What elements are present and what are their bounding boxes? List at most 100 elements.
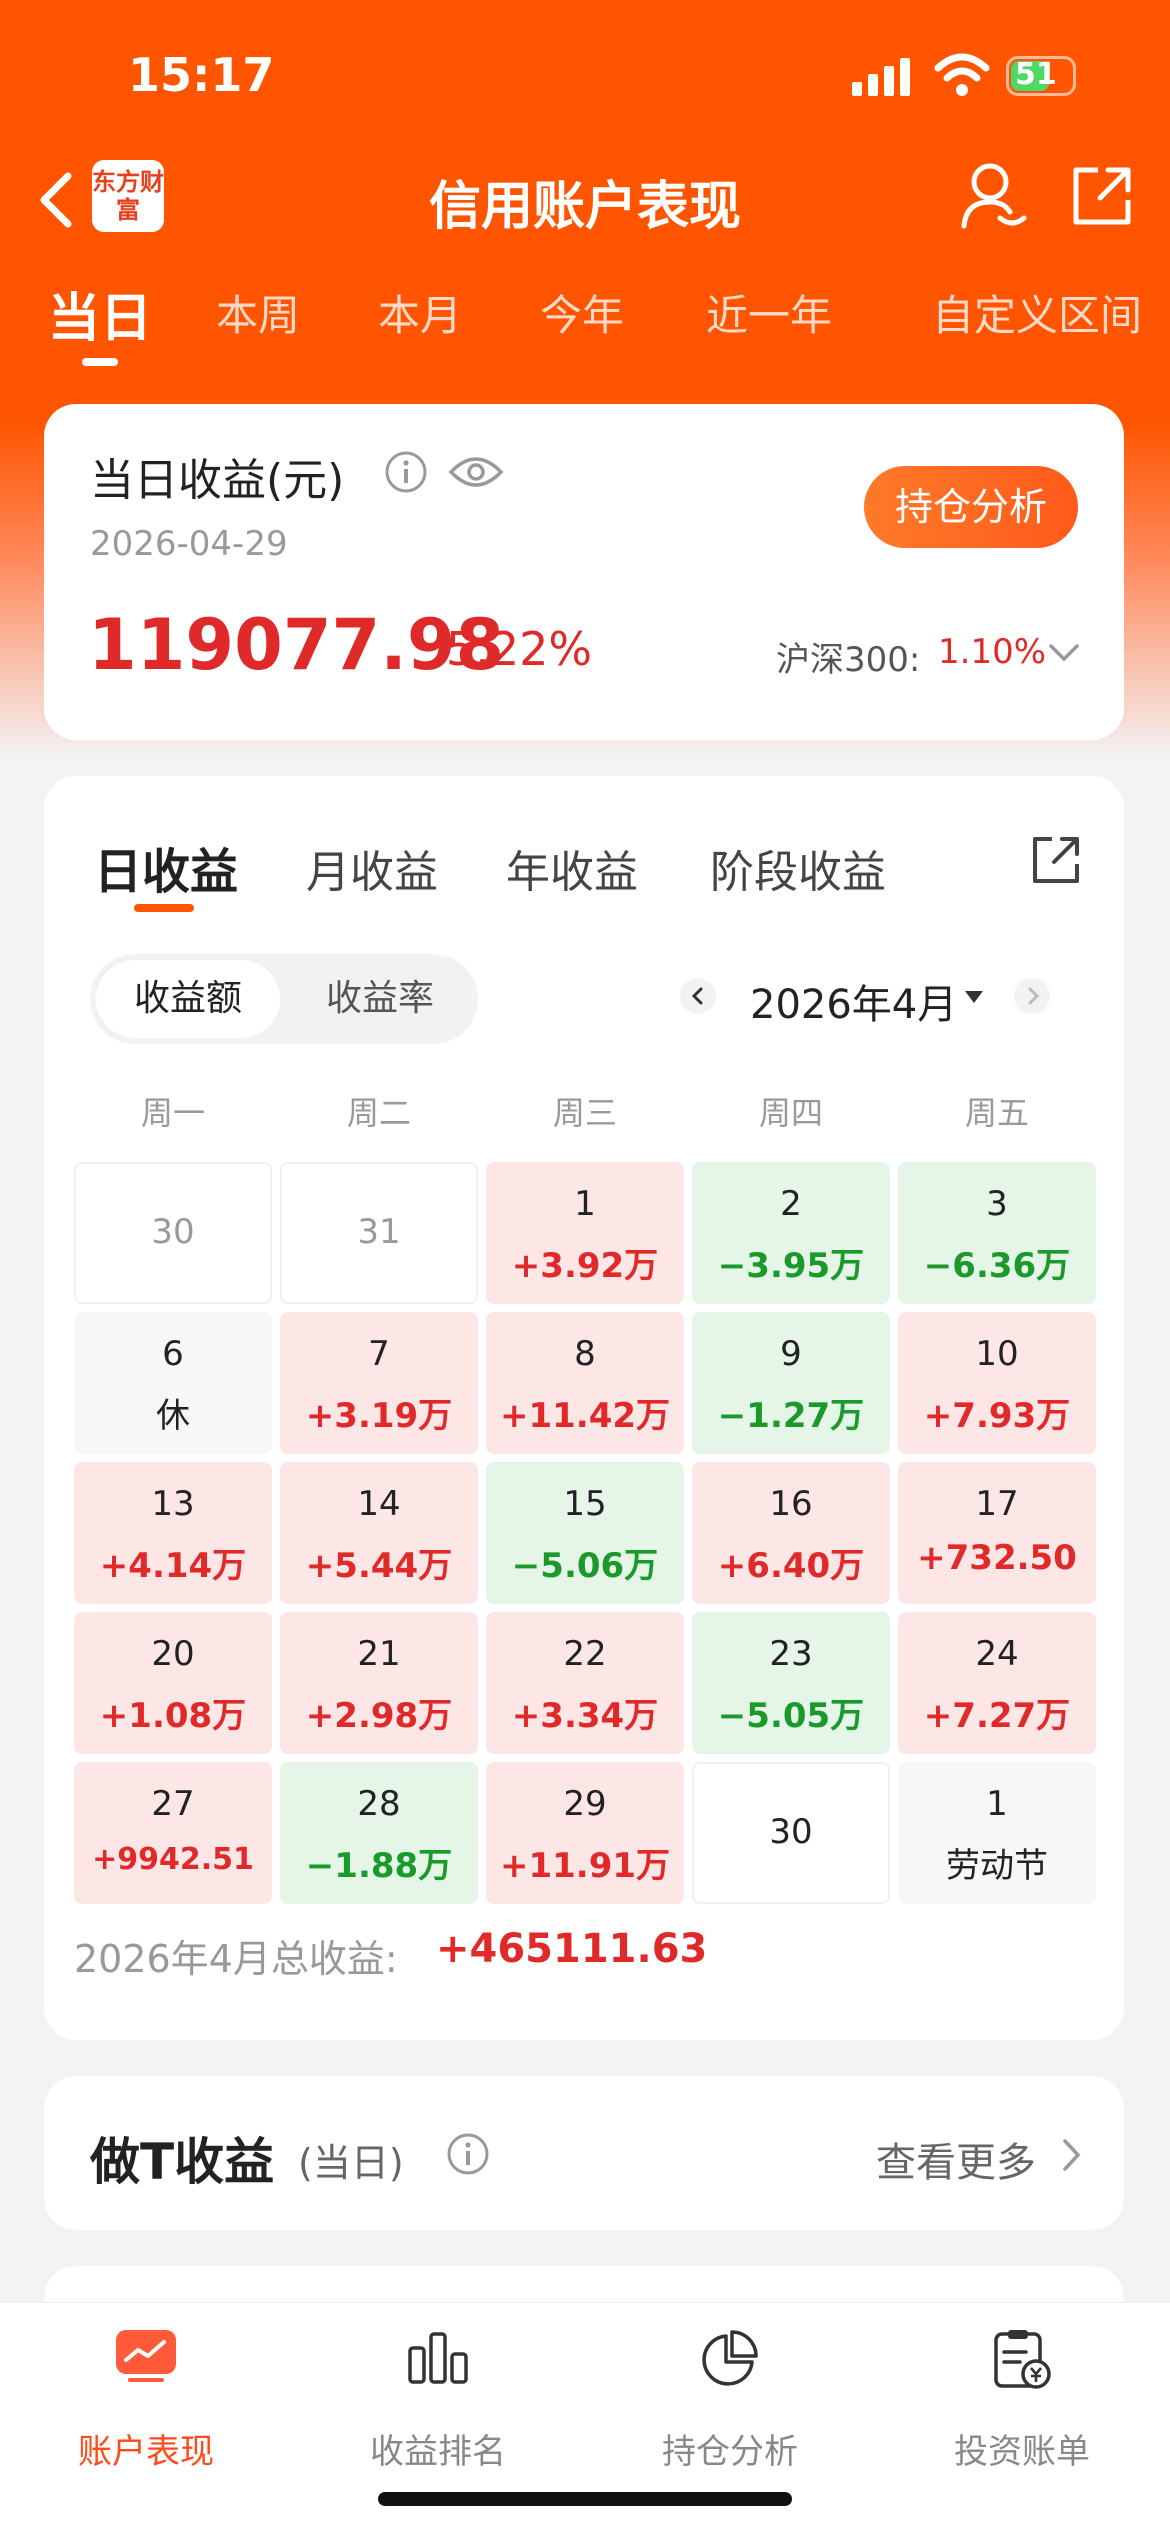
day-profit: +11.91万 (499, 1846, 671, 1886)
index-label: 沪深300: (776, 640, 921, 680)
day-profit: −5.05万 (717, 1696, 865, 1736)
calendar-day-cell[interactable]: 7 +3.19万 (280, 1312, 478, 1454)
user-privacy-icon[interactable] (960, 160, 1028, 232)
calendar-day-cell[interactable]: 30 (74, 1162, 272, 1304)
calendar-day-cell[interactable]: 17 +732.50 (898, 1462, 1096, 1604)
day-number: 1 (574, 1184, 596, 1224)
tab-monthly-profit[interactable]: 月收益 (306, 836, 438, 900)
calendar-day-cell[interactable]: 10 +7.93万 (898, 1312, 1096, 1454)
toggle-rate[interactable]: 收益率 (288, 960, 472, 1038)
daily-profit-amount: 119077.98 (88, 604, 505, 686)
day-profit: −3.95万 (717, 1246, 865, 1286)
calendar-day-cell[interactable]: 3 −6.36万 (898, 1162, 1096, 1304)
info-icon[interactable] (384, 450, 428, 494)
bar-chart-icon (408, 2332, 468, 2384)
day-number: 30 (151, 1212, 195, 1252)
calendar-tab-indicator (134, 904, 194, 912)
tab-last-year[interactable]: 近一年 (706, 282, 832, 343)
tab-year[interactable]: 今年 (540, 282, 624, 343)
nav-label: 账户表现 (78, 2432, 214, 2472)
status-time: 15:17 (128, 48, 275, 102)
calendar-day-cell[interactable]: 2 −3.95万 (692, 1162, 890, 1304)
calendar-day-cell[interactable]: 27 +9942.51 (74, 1762, 272, 1904)
day-number: 23 (769, 1634, 813, 1674)
calendar-day-cell[interactable]: 8 +11.42万 (486, 1312, 684, 1454)
index-value: 1.10% (938, 632, 1047, 672)
day-profit: −1.27万 (717, 1396, 865, 1436)
day-profit: +1.08万 (99, 1696, 247, 1736)
tab-daily-profit[interactable]: 日收益 (94, 832, 238, 902)
calendar-day-cell[interactable]: 1 劳动节 (898, 1762, 1096, 1904)
tab-today[interactable]: 当日 (48, 276, 152, 351)
nav-label: 收益排名 (370, 2432, 506, 2472)
daily-profit-percent: 5.22% (446, 622, 593, 676)
day-number: 14 (357, 1484, 401, 1524)
day-profit: −1.88万 (305, 1846, 453, 1886)
calendar-day-cell[interactable]: 30 (692, 1762, 890, 1904)
calendar-day-cell[interactable]: 9 −1.27万 (692, 1312, 890, 1454)
calendar-day-cell[interactable]: 16 +6.40万 (692, 1462, 890, 1604)
view-more-link[interactable]: 查看更多 (876, 2130, 1036, 2188)
home-indicator (378, 2492, 792, 2506)
tab-yearly-profit[interactable]: 年收益 (506, 836, 638, 900)
pie-chart-icon (702, 2330, 758, 2386)
day-number: 8 (574, 1334, 596, 1374)
position-analysis-button[interactable]: 持仓分析 (864, 466, 1078, 548)
t-profit-title: 做T收益 (90, 2133, 275, 2191)
day-profit: −5.06万 (511, 1546, 659, 1586)
day-number: 29 (563, 1784, 607, 1824)
calendar-day-cell[interactable]: 23 −5.05万 (692, 1612, 890, 1754)
day-number: 30 (769, 1812, 813, 1852)
share-icon[interactable] (1070, 164, 1134, 228)
calendar-day-cell[interactable]: 20 +1.08万 (74, 1612, 272, 1754)
calendar-day-cell[interactable]: 24 +7.27万 (898, 1612, 1096, 1754)
info-icon[interactable] (446, 2132, 490, 2176)
day-number: 2 (780, 1184, 802, 1224)
t-profit-card[interactable]: 做T收益 (当日) 查看更多 (44, 2076, 1124, 2230)
share-icon[interactable] (1030, 834, 1082, 886)
calendar-day-cell[interactable]: 1 +3.92万 (486, 1162, 684, 1304)
day-number: 13 (151, 1484, 195, 1524)
day-number: 20 (151, 1634, 195, 1674)
prev-month-button[interactable] (680, 978, 716, 1014)
chevron-right-icon[interactable] (1062, 2138, 1082, 2172)
toggle-amount[interactable]: 收益额 (96, 960, 280, 1038)
day-profit: +7.27万 (923, 1696, 1071, 1736)
day-status: 劳动节 (946, 1846, 1048, 1886)
calendar-day-cell[interactable]: 29 +11.91万 (486, 1762, 684, 1904)
nav-label: 持仓分析 (662, 2432, 798, 2472)
chevron-right-icon (1028, 987, 1040, 1005)
day-profit: +7.93万 (923, 1396, 1071, 1436)
calendar-day-cell[interactable]: 31 (280, 1162, 478, 1304)
eye-icon[interactable] (448, 454, 504, 490)
tab-period-profit[interactable]: 阶段收益 (710, 836, 886, 900)
caret-down-icon[interactable] (964, 990, 984, 1004)
weekday-tue: 周二 (346, 1094, 411, 1132)
tab-week[interactable]: 本周 (216, 282, 300, 343)
tab-month[interactable]: 本月 (378, 282, 462, 343)
weekday-fri: 周五 (964, 1094, 1029, 1132)
calendar-day-cell[interactable]: 6休 (74, 1312, 272, 1454)
calendar-day-cell[interactable]: 14 +5.44万 (280, 1462, 478, 1604)
calendar-day-cell[interactable]: 22 +3.34万 (486, 1612, 684, 1754)
calendar-day-cell[interactable]: 28 −1.88万 (280, 1762, 478, 1904)
day-profit: +732.50 (917, 1538, 1077, 1578)
summary-date: 2026-04-29 (90, 524, 288, 564)
calendar-day-cell[interactable]: 13 +4.14万 (74, 1462, 272, 1604)
calendar-day-cell[interactable]: 15 −5.06万 (486, 1462, 684, 1604)
day-number: 28 (357, 1784, 401, 1824)
chevron-left-icon (691, 987, 703, 1005)
day-profit: +3.19万 (305, 1396, 453, 1436)
calendar-day-cell[interactable]: 21 +2.98万 (280, 1612, 478, 1754)
day-profit: −6.36万 (923, 1246, 1071, 1286)
day-profit: +9942.51 (92, 1842, 254, 1877)
day-profit: +5.44万 (305, 1546, 453, 1586)
daily-summary-card: 当日收益(元) 2026-04-29 119077.98 5.22% 持仓分析 … (44, 404, 1124, 740)
next-month-button[interactable] (1014, 978, 1050, 1014)
tab-custom-range[interactable]: 自定义区间 (932, 282, 1142, 343)
day-profit: +3.92万 (511, 1246, 659, 1286)
day-profit: +4.14万 (99, 1546, 247, 1586)
month-label[interactable]: 2026年4月 (750, 972, 957, 1030)
chevron-down-icon[interactable] (1048, 642, 1080, 664)
day-number: 15 (563, 1484, 607, 1524)
